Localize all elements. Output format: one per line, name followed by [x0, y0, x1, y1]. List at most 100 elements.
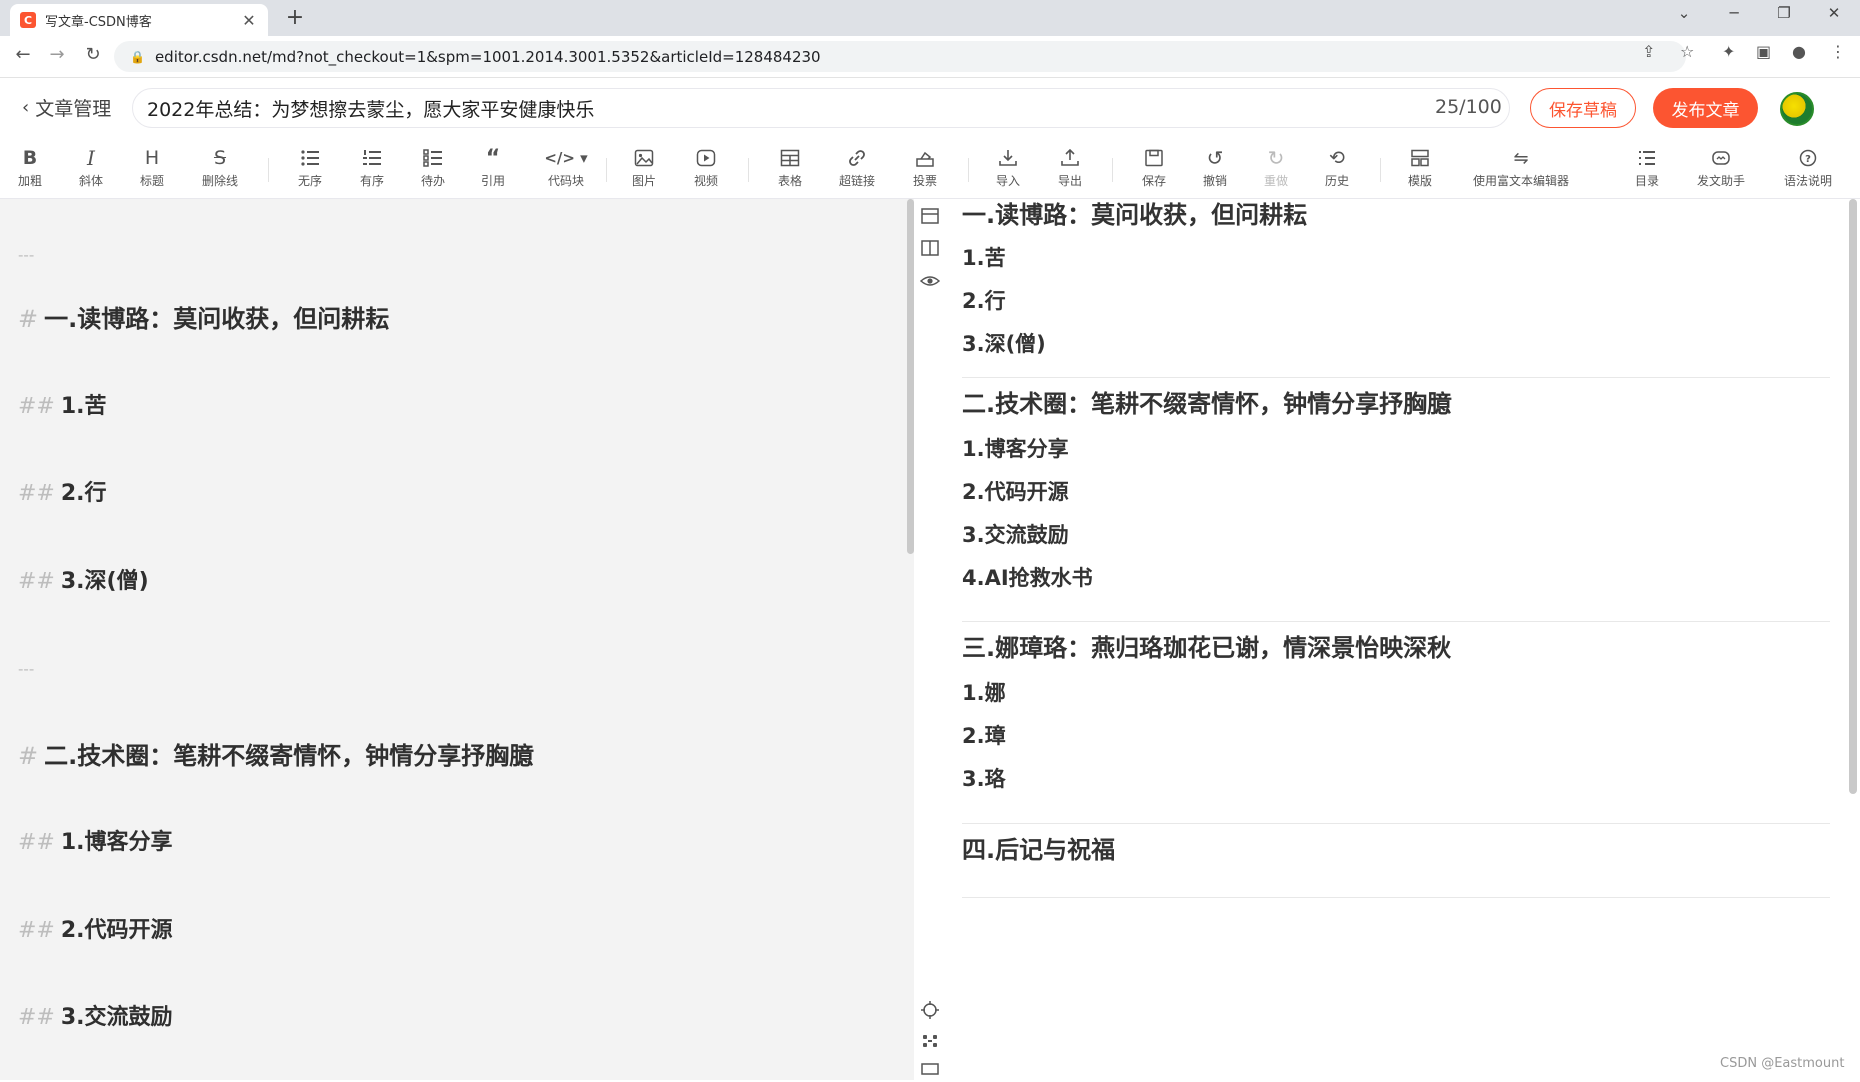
heading-button[interactable]: H 标题: [140, 146, 164, 194]
save-button[interactable]: 保存: [1142, 146, 1166, 194]
preview-divider: [962, 897, 1830, 898]
table-button[interactable]: 表格: [778, 146, 802, 194]
md-heading2-line: ## 3.深(僧): [18, 566, 149, 598]
richtext-editor-button[interactable]: ⇋ 使用富文本编辑器: [1473, 146, 1569, 194]
split-view-icon[interactable]: [920, 239, 940, 261]
user-avatar[interactable]: [1780, 92, 1814, 126]
md-heading2-line: ## 1.苦: [18, 391, 107, 423]
toolbar-separator: [748, 158, 749, 182]
lock-icon: 🔒: [130, 49, 145, 64]
md-heading2-line: ## 1.博客分享: [18, 827, 173, 859]
md-heading-mark: ##: [18, 918, 55, 943]
preview-scrollbar-thumb[interactable]: [1849, 199, 1857, 794]
image-icon: [634, 146, 654, 170]
save-draft-button[interactable]: 保存草稿: [1530, 88, 1636, 128]
md-heading-mark: ##: [18, 569, 55, 594]
image-button[interactable]: 图片: [632, 146, 656, 194]
article-title-input[interactable]: 2022年总结：为梦想擦去蒙尘，愿大家平安健康快乐: [132, 88, 1510, 128]
toolbar-separator: [606, 158, 607, 182]
share-icon[interactable]: ⇪: [1642, 42, 1655, 61]
minimize-icon[interactable]: ─: [1714, 4, 1754, 22]
publish-article-button[interactable]: 发布文章: [1653, 88, 1758, 128]
svg-text:?: ?: [1805, 154, 1811, 165]
assistant-icon: [1711, 146, 1731, 170]
preview-heading2: 3.深(僧): [962, 332, 1046, 356]
profile-icon[interactable]: ●: [1792, 42, 1806, 61]
bold-icon: B: [22, 147, 38, 169]
article-management-link[interactable]: ‹ 文章管理: [22, 94, 111, 121]
syntax-help-button[interactable]: ? 语法说明: [1784, 146, 1832, 194]
editor-only-view-icon[interactable]: [920, 207, 940, 229]
switch-icon: ⇋: [1513, 147, 1529, 169]
preview-heading1: 三.娜璋珞：燕归珞珈花已谢，情深景怡映深秋: [962, 634, 1452, 662]
vote-button[interactable]: 投票: [913, 146, 937, 194]
undo-button[interactable]: ↺ 撤销: [1203, 146, 1227, 194]
link-button[interactable]: 超链接: [839, 146, 875, 194]
address-bar[interactable]: 🔒 editor.csdn.net/md?not_checkout=1&spm=…: [114, 41, 1686, 72]
md-heading-mark: ##: [18, 481, 55, 506]
preview-heading2: 1.博客分享: [962, 437, 1069, 461]
template-button[interactable]: 模版: [1408, 146, 1432, 194]
todo-list-icon: [423, 146, 443, 170]
restore-icon[interactable]: ❐: [1764, 4, 1804, 22]
italic-button[interactable]: I 斜体: [79, 146, 103, 194]
new-tab-button[interactable]: +: [282, 5, 308, 30]
video-icon: [696, 146, 716, 170]
window-close-icon[interactable]: ✕: [1814, 4, 1854, 22]
chevron-left-icon: ‹: [22, 97, 30, 118]
history-button[interactable]: ⟲ 历史: [1325, 146, 1349, 194]
bookmark-star-icon[interactable]: ☆: [1680, 42, 1694, 61]
view-mode-strip: [914, 199, 944, 1080]
md-heading2-line: ## 3.交流鼓励: [18, 1002, 173, 1034]
reload-icon[interactable]: ↻: [80, 44, 106, 65]
side-panel-icon[interactable]: ▣: [1756, 42, 1771, 61]
preview-eye-icon[interactable]: [919, 272, 941, 294]
md-hr-line: ---: [18, 246, 35, 264]
export-button[interactable]: 导出: [1058, 146, 1082, 194]
md-heading-text: 3.深(僧): [60, 569, 149, 594]
tab-title: 写文章-CSDN博客: [45, 14, 152, 30]
sync-scroll-icon[interactable]: [920, 1032, 940, 1054]
codeblock-button[interactable]: </> ▾ 代码块: [544, 146, 587, 194]
preview-heading2: 2.璋: [962, 724, 1006, 748]
redo-button[interactable]: ↻ 重做: [1264, 146, 1288, 194]
markdown-editor[interactable]: --- # 一.读博路：莫问收获，但问耕耘 ## 1.苦 ## 2.行 ## 3.深(僧) ---…: [0, 199, 906, 1080]
close-tab-icon[interactable]: ✕: [240, 11, 258, 30]
extensions-icon[interactable]: ✦: [1722, 42, 1735, 61]
browser-tab[interactable]: C 写文章-CSDN博客 ✕: [10, 4, 268, 36]
toolbar-separator: [1380, 158, 1381, 182]
md-heading1-line: # 二.技术圈：笔耕不缀寄情怀，钟情分享抒胸臆: [18, 740, 533, 772]
locate-icon[interactable]: [920, 1001, 940, 1023]
toc-button[interactable]: 目录: [1635, 146, 1659, 194]
browser-tab-bar: C 写文章-CSDN博客 ✕ + ⌄ ─ ❐ ✕: [0, 0, 1860, 36]
video-button[interactable]: 视频: [694, 146, 718, 194]
md-heading2-line: ## 2.行: [18, 478, 107, 510]
forward-arrow-icon[interactable]: →: [44, 44, 70, 65]
import-button[interactable]: 导入: [996, 146, 1020, 194]
ordered-list-button[interactable]: 有序: [360, 146, 384, 194]
writing-assistant-button[interactable]: 发文助手: [1697, 146, 1745, 194]
toolbar-separator: [968, 158, 969, 182]
template-icon: [1410, 146, 1430, 170]
quote-button[interactable]: “ 引用: [481, 146, 505, 194]
md-heading-mark: #: [18, 742, 39, 770]
fullscreen-icon[interactable]: [920, 1060, 940, 1082]
unordered-list-button[interactable]: 无序: [298, 146, 322, 194]
md-heading-text: 1.博客分享: [60, 830, 173, 855]
unordered-list-icon: [300, 146, 320, 170]
tab-search-icon[interactable]: ⌄: [1664, 4, 1704, 22]
preview-heading2: 2.代码开源: [962, 480, 1069, 504]
editor-scrollbar-thumb[interactable]: [907, 199, 914, 554]
preview-heading1: 四.后记与祝福: [962, 836, 1116, 864]
preview-heading2: 4.AI抢救水书: [962, 566, 1093, 590]
preview-heading2: 3.珞: [962, 767, 1006, 791]
back-arrow-icon[interactable]: ←: [10, 44, 36, 65]
editor-header: ‹ 文章管理 2022年总结：为梦想擦去蒙尘，愿大家平安健康快乐 25/100 …: [0, 78, 1860, 140]
csdn-watermark: CSDN @Eastmount: [1720, 1056, 1845, 1071]
bold-button[interactable]: B 加粗: [18, 146, 42, 194]
strikethrough-button[interactable]: S 删除线: [202, 146, 238, 194]
browser-menu-icon[interactable]: ⋮: [1830, 42, 1846, 61]
article-management-label: 文章管理: [35, 98, 112, 120]
md-heading-text: 3.交流鼓励: [60, 1005, 173, 1030]
todo-list-button[interactable]: 待办: [421, 146, 445, 194]
